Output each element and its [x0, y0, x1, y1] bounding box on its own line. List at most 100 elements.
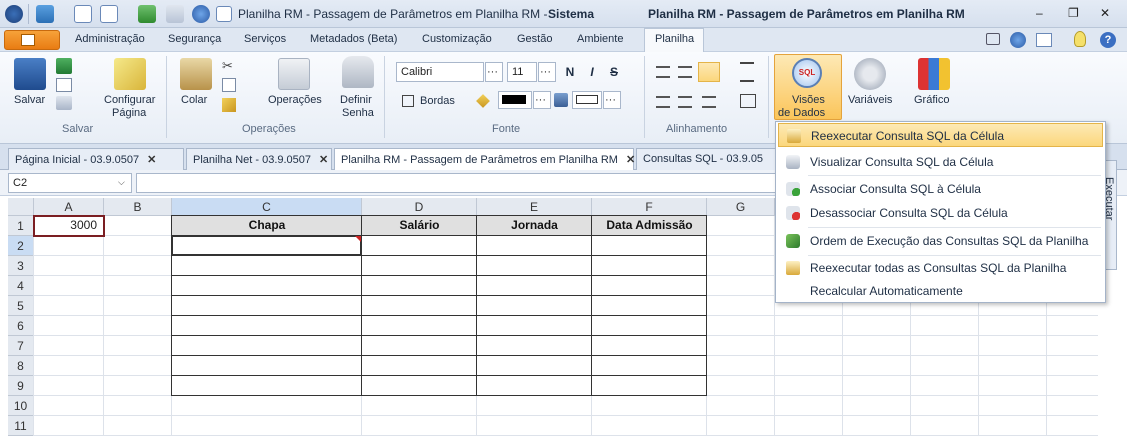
table-cell[interactable]	[476, 355, 592, 376]
table-cell[interactable]	[171, 275, 362, 296]
page-setup-icon[interactable]	[114, 58, 146, 90]
tab-metadados[interactable]: Metadados (Beta)	[310, 33, 397, 45]
table-cell[interactable]	[361, 275, 477, 296]
table-cell[interactable]	[476, 375, 592, 396]
collapse-ribbon-icon[interactable]	[986, 33, 1000, 45]
row-header-6[interactable]: 6	[8, 316, 34, 336]
paste-button-label[interactable]: Colar	[181, 94, 207, 107]
refresh-icon[interactable]	[36, 5, 54, 23]
borders-icon[interactable]	[402, 95, 414, 107]
tab-servicos[interactable]: Serviços	[244, 33, 286, 45]
table-cell[interactable]	[591, 375, 707, 396]
table-cell[interactable]	[171, 335, 362, 356]
format-painter-icon[interactable]	[222, 98, 236, 112]
page-setup-label-2[interactable]: Página	[112, 107, 146, 120]
strikethrough-button[interactable]: S	[606, 65, 622, 79]
font-name-field[interactable]: Calibri	[396, 62, 484, 82]
operations-icon[interactable]	[278, 58, 310, 90]
table-cell[interactable]	[361, 355, 477, 376]
table-cell[interactable]	[171, 315, 362, 336]
align-top-icon[interactable]	[656, 96, 670, 108]
window-icon[interactable]	[100, 5, 118, 23]
menu-item-associar-consulta[interactable]: Associar Consulta SQL à Célula	[778, 177, 1103, 201]
merge-cells-icon[interactable]	[740, 94, 756, 108]
tab-administracao[interactable]: Administração	[75, 33, 145, 45]
select-all-corner[interactable]	[8, 198, 34, 216]
formula-input[interactable]	[136, 173, 776, 193]
minimize-button[interactable]: –	[1036, 6, 1043, 20]
column-header-f[interactable]: F	[592, 198, 707, 216]
menu-item-recalcular[interactable]: Recalcular Automaticamente	[778, 279, 1103, 303]
column-header-a[interactable]: A	[34, 198, 104, 216]
align-center-icon[interactable]	[678, 66, 692, 78]
column-header-c[interactable]: C	[172, 198, 362, 216]
table-cell[interactable]	[476, 295, 592, 316]
wrap-text-icon[interactable]	[740, 62, 754, 82]
row-header-1[interactable]: 1	[8, 216, 34, 236]
row-header-7[interactable]: 7	[8, 336, 34, 356]
column-header-g[interactable]: G	[707, 198, 775, 216]
run-icon[interactable]	[138, 5, 156, 23]
save-button-label[interactable]: Salvar	[14, 94, 45, 107]
globe-icon[interactable]	[1010, 32, 1026, 48]
paste-icon[interactable]	[180, 58, 212, 90]
save-icon[interactable]	[14, 58, 46, 90]
column-header-e[interactable]: E	[477, 198, 592, 216]
doctab-pagina-inicial[interactable]: Página Inicial - 03.9.0507 ✕	[8, 148, 184, 170]
border-color-dropdown[interactable]: ···	[533, 91, 551, 109]
cell-a1[interactable]: 3000	[33, 215, 105, 237]
row-header-8[interactable]: 8	[8, 356, 34, 376]
font-size-dropdown[interactable]: ···	[538, 62, 556, 82]
row-header-3[interactable]: 3	[8, 256, 34, 276]
table-cell[interactable]	[591, 295, 707, 316]
fill-color-picker[interactable]	[572, 91, 602, 109]
password-label-1[interactable]: Definir	[340, 94, 372, 107]
cut-icon[interactable]: ✂	[222, 58, 236, 73]
table-cell[interactable]	[361, 235, 477, 256]
table-cell[interactable]	[591, 235, 707, 256]
app-logo-icon[interactable]	[5, 5, 23, 23]
border-color-picker[interactable]	[498, 91, 532, 109]
lock-icon[interactable]	[342, 56, 374, 88]
menu-item-desassociar-consulta[interactable]: Desassociar Consulta SQL da Célula	[778, 201, 1103, 225]
menu-item-reexecutar-consulta[interactable]: Reexecutar Consulta SQL da Célula	[778, 123, 1103, 147]
column-header-d[interactable]: D	[362, 198, 477, 216]
table-cell[interactable]	[591, 275, 707, 296]
name-box[interactable]: C2	[8, 173, 132, 193]
image-icon[interactable]	[166, 5, 184, 23]
close-button[interactable]: ✕	[1100, 6, 1110, 20]
align-bottom-icon[interactable]	[702, 96, 716, 108]
table-cell[interactable]	[476, 335, 592, 356]
row-header-5[interactable]: 5	[8, 296, 34, 316]
tab-customizacao[interactable]: Customização	[422, 33, 492, 45]
tab-gestao[interactable]: Gestão	[517, 33, 552, 45]
italic-button[interactable]: I	[584, 65, 600, 79]
table-cell[interactable]	[476, 235, 592, 256]
table-cell[interactable]	[591, 335, 707, 356]
table-cell[interactable]	[476, 275, 592, 296]
page-setup-label-1[interactable]: Configurar	[104, 94, 155, 107]
row-header-11[interactable]: 11	[8, 416, 34, 436]
doctab-consultas-sql[interactable]: Consultas SQL - 03.9.05	[636, 148, 786, 170]
fill-color-dropdown[interactable]: ···	[603, 91, 621, 109]
chart-icon[interactable]	[918, 58, 950, 90]
borders-label[interactable]: Bordas	[420, 95, 455, 108]
table-cell[interactable]	[591, 315, 707, 336]
menu-item-reexecutar-todas[interactable]: Reexecutar todas as Consultas SQL da Pla…	[778, 256, 1103, 280]
chart-label[interactable]: Gráfico	[914, 94, 949, 107]
doctab-planilha-net[interactable]: Planilha Net - 03.9.0507 ✕	[186, 148, 332, 170]
password-label-2[interactable]: Senha	[342, 107, 374, 120]
close-icon[interactable]: ✕	[626, 154, 635, 166]
table-cell[interactable]	[361, 295, 477, 316]
tab-ambiente[interactable]: Ambiente	[577, 33, 623, 45]
copy-icon[interactable]	[222, 78, 236, 92]
excel-icon[interactable]	[56, 58, 72, 74]
menu-item-visualizar-consulta[interactable]: Visualizar Consulta SQL da Célula	[778, 150, 1103, 174]
print-preview-icon[interactable]	[56, 78, 72, 92]
menu-item-ordem-execucao[interactable]: Ordem de Execução das Consultas SQL da P…	[778, 229, 1103, 253]
globe-icon[interactable]	[192, 5, 210, 23]
table-cell[interactable]	[361, 255, 477, 276]
table-cell[interactable]	[591, 355, 707, 376]
font-name-dropdown[interactable]: ···	[485, 62, 503, 82]
table-cell[interactable]	[476, 315, 592, 336]
